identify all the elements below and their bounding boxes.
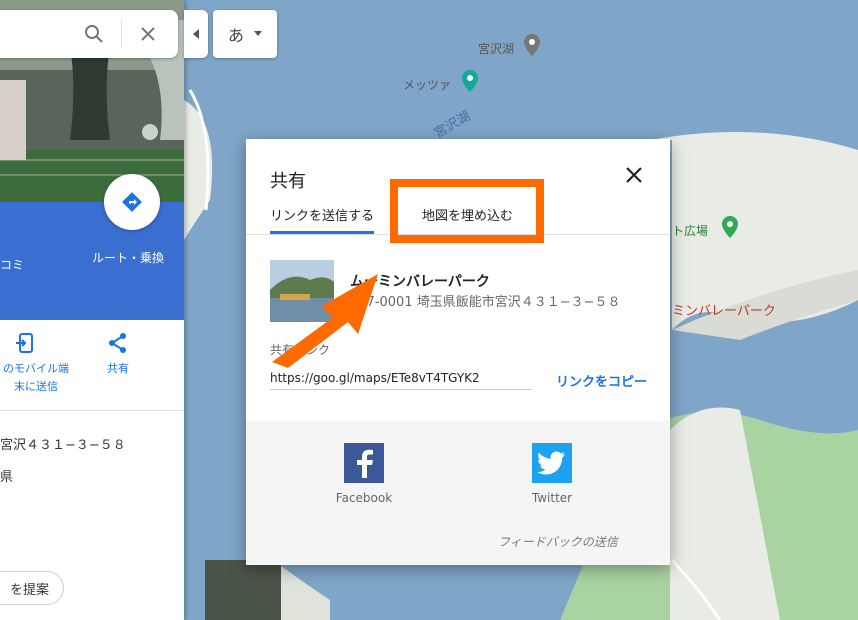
send-feedback-link[interactable]: フィードバックの送信 bbox=[498, 533, 618, 550]
address-text[interactable]: 宮沢４３１−３−５８ bbox=[0, 434, 126, 453]
social-share-area: Facebook Twitter フィードバックの送信 bbox=[246, 421, 670, 565]
ime-label: あ bbox=[227, 26, 244, 45]
park-pin-icon[interactable] bbox=[722, 216, 738, 238]
caret-down-icon[interactable] bbox=[254, 31, 262, 37]
share-icon[interactable] bbox=[107, 332, 129, 354]
send-to-phone-icon[interactable] bbox=[14, 332, 36, 354]
search-divider bbox=[121, 20, 122, 48]
route-label[interactable]: ルート・乗換 bbox=[92, 249, 164, 266]
map-label-park[interactable]: ミンバレーパーク bbox=[672, 300, 776, 319]
route-button[interactable] bbox=[104, 174, 160, 230]
suggest-edit-label: を提案 bbox=[9, 582, 49, 598]
twitter-icon bbox=[532, 443, 572, 483]
share-button[interactable]: 共有 bbox=[100, 360, 136, 378]
address-line2: 県 bbox=[0, 470, 14, 485]
map-label-plaza[interactable]: ト広場 bbox=[672, 222, 708, 239]
place-panel: コミ ルート・乗換 のモバイル端 末に送信 共有 宮沢４３１−３−５８ 県 を提… bbox=[0, 0, 184, 620]
twitter-label: Twitter bbox=[531, 491, 573, 505]
arrow-annotation-icon bbox=[272, 274, 378, 368]
suggest-edit-button[interactable]: を提案 bbox=[0, 571, 64, 605]
send-label-line2: 末に送信 bbox=[14, 380, 58, 393]
search-box[interactable] bbox=[0, 10, 178, 58]
send-label-line1: のモバイル端 bbox=[3, 362, 69, 375]
send-to-phone-button[interactable]: のモバイル端 末に送信 bbox=[0, 360, 72, 396]
map-label-messa[interactable]: メッツァ bbox=[403, 76, 451, 93]
dialog-title: 共有 bbox=[270, 171, 306, 192]
tab-send-link[interactable]: リンクを送信する bbox=[270, 205, 374, 224]
place-pin-icon[interactable] bbox=[524, 34, 540, 56]
highlight-box bbox=[390, 179, 544, 243]
twitter-logo bbox=[538, 451, 565, 475]
caret-left-icon bbox=[193, 29, 199, 39]
input-tools-button[interactable]: あ bbox=[213, 10, 277, 58]
collapse-panel-button[interactable] bbox=[184, 10, 208, 58]
action-row: のモバイル端 末に送信 共有 bbox=[0, 320, 184, 411]
copy-link-button[interactable]: リンクをコピー bbox=[556, 371, 647, 390]
search-icon[interactable] bbox=[84, 24, 104, 44]
directions-icon bbox=[122, 192, 142, 212]
attraction-pin-icon[interactable] bbox=[462, 70, 478, 92]
facebook-logo bbox=[357, 449, 373, 478]
facebook-label: Facebook bbox=[335, 491, 393, 505]
reviews-label[interactable]: コミ bbox=[0, 256, 24, 273]
map-label-lake[interactable]: 宮沢湖 bbox=[478, 40, 514, 57]
facebook-share-button[interactable]: Facebook bbox=[324, 443, 404, 505]
close-icon[interactable] bbox=[622, 163, 646, 187]
twitter-share-button[interactable]: Twitter bbox=[512, 443, 592, 505]
clear-search-icon[interactable] bbox=[140, 26, 156, 42]
facebook-icon bbox=[344, 443, 384, 483]
